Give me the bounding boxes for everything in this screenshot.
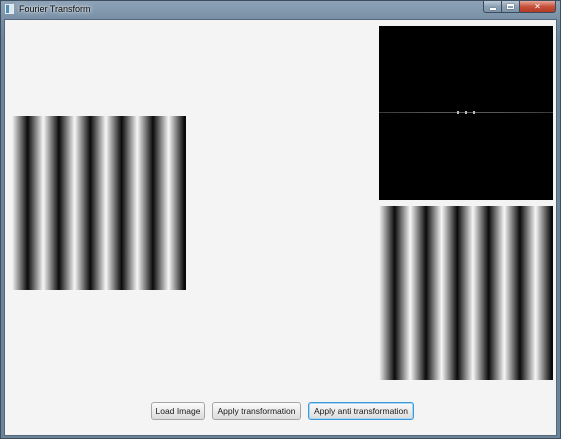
source-image	[12, 116, 186, 290]
apply-anti-transformation-button[interactable]: Apply anti transformation	[308, 402, 414, 420]
load-image-button[interactable]: Load Image	[151, 402, 205, 420]
close-button[interactable]: ✕	[519, 1, 556, 13]
result-image	[379, 206, 553, 380]
minimize-button[interactable]	[483, 1, 501, 13]
maximize-icon	[507, 4, 514, 9]
title-bar[interactable]: Fourier Transform ✕	[1, 1, 560, 18]
apply-transformation-button[interactable]: Apply transformation	[212, 402, 301, 420]
spectrum-image	[379, 26, 553, 200]
caption-buttons: ✕	[483, 1, 556, 13]
minimize-icon	[489, 7, 496, 10]
close-icon: ✕	[534, 1, 541, 11]
content-area: Load Image Apply transformation Apply an…	[4, 19, 557, 436]
window-title: Fourier Transform	[19, 4, 91, 14]
maximize-button[interactable]	[501, 1, 519, 13]
spectrum-peak-center	[465, 111, 467, 114]
spectrum-peak-left	[457, 111, 459, 114]
app-icon	[5, 4, 14, 14]
app-window: Fourier Transform ✕ Load Image Apply tra…	[0, 0, 561, 439]
spectrum-peak-right	[473, 111, 475, 114]
